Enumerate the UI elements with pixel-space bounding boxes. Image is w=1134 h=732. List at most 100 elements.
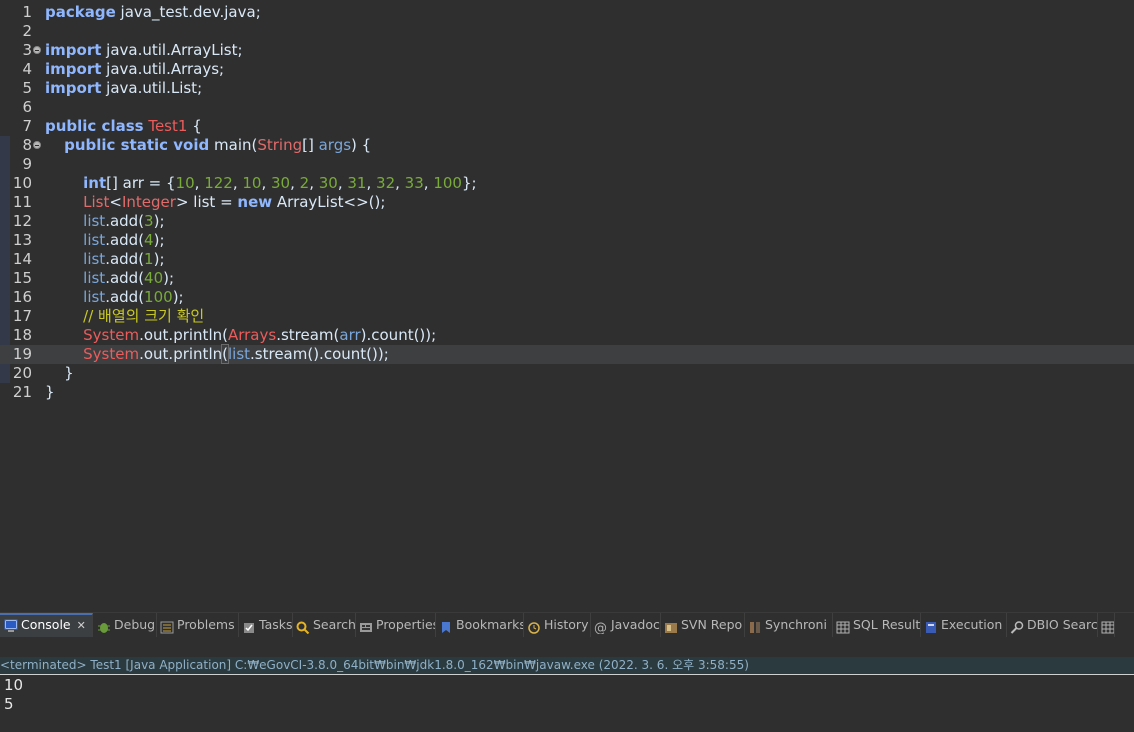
tab-javadoc[interactable]: @ Javadoc: [590, 613, 661, 637]
tab-label: SQL Result: [853, 617, 921, 632]
dbio-search-icon: [1010, 618, 1024, 634]
code-line-17[interactable]: 17 // 배열의 크기 확인: [0, 307, 1134, 326]
code-text[interactable]: System.out.println(list.stream().count()…: [45, 344, 389, 364]
tab-dbio-searc[interactable]: DBIO Searc: [1006, 613, 1098, 637]
console-output-line: 5: [4, 695, 14, 713]
line-number: 3: [22, 41, 32, 59]
code-text[interactable]: list.add(4);: [45, 231, 164, 250]
code-line-12[interactable]: 12 list.add(3);: [0, 212, 1134, 231]
code-line-15[interactable]: 15 list.add(40);: [0, 269, 1134, 288]
code-line-1[interactable]: 1 package java_test.dev.java;: [0, 3, 1134, 22]
line-number: 8: [22, 136, 32, 154]
tab-label: Execution: [941, 617, 1003, 632]
code-text[interactable]: }: [45, 383, 55, 402]
close-icon[interactable]: ✕: [77, 619, 86, 632]
code-line-7[interactable]: 7 public class Test1 {: [0, 117, 1134, 136]
line-number: 19: [12, 345, 32, 363]
code-line-21[interactable]: 21}: [0, 383, 1134, 402]
svn-repo-icon: [664, 618, 678, 633]
code-text[interactable]: int[] arr = {10, 122, 10, 30, 2, 30, 31,…: [45, 174, 476, 193]
view-tab-bar: Console ✕ Debug Problems Tasks Search Properti…: [0, 612, 1134, 637]
code-line-14[interactable]: 14 list.add(1);: [0, 250, 1134, 269]
tab-label: History: [544, 617, 589, 632]
tab-synchroni[interactable]: Synchroni: [744, 613, 833, 637]
tab-properties[interactable]: Properties: [355, 613, 436, 637]
code-text[interactable]: list.add(100);: [45, 288, 183, 307]
code-text[interactable]: public class Test1 {: [45, 117, 202, 136]
tab-history[interactable]: History: [523, 613, 591, 637]
code-text[interactable]: import java.util.List;: [45, 79, 202, 98]
search-icon: [296, 618, 310, 635]
fold-toggle-icon[interactable]: [33, 141, 41, 149]
code-line-2[interactable]: 2: [0, 22, 1134, 41]
line-number: 16: [12, 288, 32, 306]
line-number: 11: [12, 193, 32, 211]
tab-label: Problems: [177, 617, 235, 632]
code-line-11[interactable]: 11 List<Integer> list = new ArrayList<>(…: [0, 193, 1134, 212]
code-text[interactable]: List<Integer> list = new ArrayList<>();: [45, 193, 385, 212]
tasks-icon: [242, 618, 256, 633]
line-number: 18: [12, 326, 32, 344]
tab-search[interactable]: Search: [292, 613, 356, 637]
console-icon: [4, 618, 18, 632]
line-number: 17: [12, 307, 32, 325]
bookmark-icon: [439, 618, 453, 633]
code-line-9[interactable]: 9: [0, 155, 1134, 174]
code-line-10[interactable]: 10 int[] arr = {10, 122, 10, 30, 2, 30, …: [0, 174, 1134, 193]
code-editor[interactable]: 1 package java_test.dev.java; 2 3 import jav…: [0, 0, 1134, 608]
code-line-13[interactable]: 13 list.add(4);: [0, 231, 1134, 250]
properties-icon: [359, 618, 373, 632]
line-number: 20: [12, 364, 32, 382]
code-line-18[interactable]: 18 System.out.println(Arrays.stream(arr)…: [0, 326, 1134, 345]
svg-text:@: @: [594, 621, 607, 634]
code-line-3[interactable]: 3 import java.util.ArrayList;: [0, 41, 1134, 60]
code-line-4[interactable]: 4 import java.util.Arrays;: [0, 60, 1134, 79]
code-text[interactable]: public static void main(String[] args) {: [45, 136, 371, 155]
tab-sql-result[interactable]: SQL Result: [832, 613, 921, 637]
code-line-6[interactable]: 6: [0, 98, 1134, 117]
tab-debug[interactable]: Debug: [93, 613, 157, 637]
code-text[interactable]: }: [45, 364, 74, 383]
code-text[interactable]: // 배열의 크기 확인: [45, 307, 204, 326]
tab-label: Synchroni: [765, 617, 827, 632]
code-text[interactable]: list.add(1);: [45, 250, 164, 269]
code-text[interactable]: System.out.println(Arrays.stream(arr).co…: [45, 326, 436, 345]
tab-label: Bookmarks: [456, 617, 524, 632]
tab-console[interactable]: Console ✕: [0, 613, 93, 637]
code-line-5[interactable]: 5 import java.util.List;: [0, 79, 1134, 98]
line-number: 12: [12, 212, 32, 230]
code-text[interactable]: import java.util.ArrayList;: [45, 41, 243, 60]
tab-q[interactable]: Q: [1097, 613, 1115, 637]
grid-table-icon: [1101, 618, 1114, 634]
code-text[interactable]: package java_test.dev.java;: [45, 3, 261, 22]
line-number: 15: [12, 269, 32, 287]
fold-toggle-icon[interactable]: [33, 46, 41, 54]
code-text[interactable]: import java.util.Arrays;: [45, 60, 224, 79]
tab-svn-repo[interactable]: SVN Repo: [660, 613, 745, 637]
line-number: 1: [22, 3, 32, 21]
code-line-19[interactable]: 19 System.out.println(list.stream().coun…: [0, 344, 1134, 364]
console-output[interactable]: 10 5: [0, 675, 1134, 732]
tab-label: DBIO Searc: [1027, 617, 1098, 632]
tab-execution[interactable]: Execution: [920, 613, 1007, 637]
tab-label: Properties: [376, 617, 436, 632]
line-number: 13: [12, 231, 32, 249]
code-text[interactable]: list.add(40);: [45, 269, 174, 288]
code-line-16[interactable]: 16 list.add(100);: [0, 288, 1134, 307]
tab-tasks[interactable]: Tasks: [238, 613, 293, 637]
tab-bookmarks[interactable]: Bookmarks: [435, 613, 524, 637]
tab-label: SVN Repo: [681, 617, 743, 632]
synchronize-icon: [748, 618, 762, 633]
line-number: 4: [22, 60, 32, 78]
console-status-header: <terminated> Test1 [Java Application] C:…: [0, 657, 1134, 675]
line-number: 21: [12, 383, 32, 401]
line-number: 5: [22, 79, 32, 97]
line-number: 6: [22, 98, 32, 116]
problems-icon: [160, 618, 174, 634]
tab-label: Javadoc: [611, 617, 660, 632]
tab-problems[interactable]: Problems: [156, 613, 239, 637]
code-text[interactable]: list.add(3);: [45, 212, 164, 231]
debug-bug-icon: [97, 618, 111, 633]
code-line-8[interactable]: 8 public static void main(String[] args)…: [0, 136, 1134, 155]
code-line-20[interactable]: 20 }: [0, 364, 1134, 383]
